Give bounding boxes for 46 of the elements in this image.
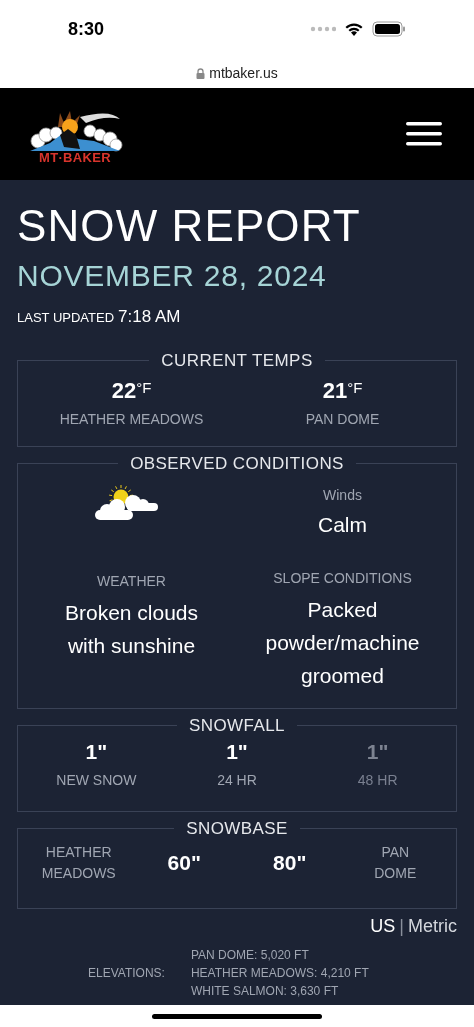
elevation-text: HEATHER MEADOWS: 4,210 FT: [190, 964, 369, 982]
report-date: NOVEMBER 28, 2024: [17, 258, 328, 294]
weather-value: Broken clouds with sunshine: [63, 599, 200, 659]
base-depth-value: 60": [166, 849, 202, 876]
base-depth-value: 80": [272, 849, 308, 876]
unit-separator: |: [399, 914, 404, 938]
unit-link[interactable]: US: [370, 912, 396, 940]
snowfall-value: 1": [85, 739, 108, 765]
snowfall-label: 24 HR: [217, 771, 257, 790]
battery-icon: [372, 21, 406, 37]
snowfall-value: 1": [366, 739, 389, 765]
updated-time: 7:18 AM: [118, 306, 181, 328]
sun-behind-clouds-icon: [92, 484, 159, 521]
signal-icon: [310, 26, 336, 32]
weather-label: WEATHER: [97, 571, 166, 591]
updated-label: LAST UPDATED: [17, 309, 115, 327]
section-title: SNOWFALL: [188, 714, 286, 737]
unit-link[interactable]: Metric: [408, 912, 457, 940]
location-label: HEATHER MEADOWS: [59, 410, 204, 429]
page-title: SNOW REPORT: [17, 200, 362, 252]
section-title: CURRENT TEMPS: [160, 349, 314, 372]
section-title: SNOWBASE: [185, 818, 289, 840]
elevations-label: ELEVATIONS:: [88, 964, 165, 982]
elevation-text: WHITE SALMON: 3,630 FT: [190, 982, 340, 1000]
base-location-label: HEATHER MEADOWS: [40, 842, 117, 883]
temperature-value: 21: [322, 377, 348, 405]
temperature-unit: °F: [136, 378, 152, 398]
snowfall-value: 1": [226, 739, 248, 765]
slope-value: Packed powder/machine groomed: [264, 596, 421, 689]
snowfall-label: NEW SNOW: [56, 771, 137, 790]
temperature-value: 22: [111, 377, 137, 405]
snowfall-label: 48 HR: [357, 771, 398, 790]
temperature-unit: °F: [347, 378, 363, 398]
status-time: 8:30: [68, 17, 105, 41]
winds-label: Winds: [323, 485, 362, 505]
base-location-label: PAN DOME: [373, 842, 418, 883]
lock-icon: [196, 67, 206, 79]
slope-label: SLOPE CONDITIONS: [273, 568, 412, 588]
wifi-icon: [344, 21, 364, 37]
section-title: OBSERVED CONDITIONS: [129, 453, 345, 475]
location-label: PAN DOME: [305, 410, 380, 429]
logo-text: MT·BAKER: [39, 150, 111, 164]
menu-icon: [406, 122, 442, 146]
url-text[interactable]: mtbaker.us: [209, 62, 278, 84]
winds-value: Calm: [318, 511, 367, 538]
elevation-text: PAN DOME: 5,020 FT: [190, 946, 310, 964]
